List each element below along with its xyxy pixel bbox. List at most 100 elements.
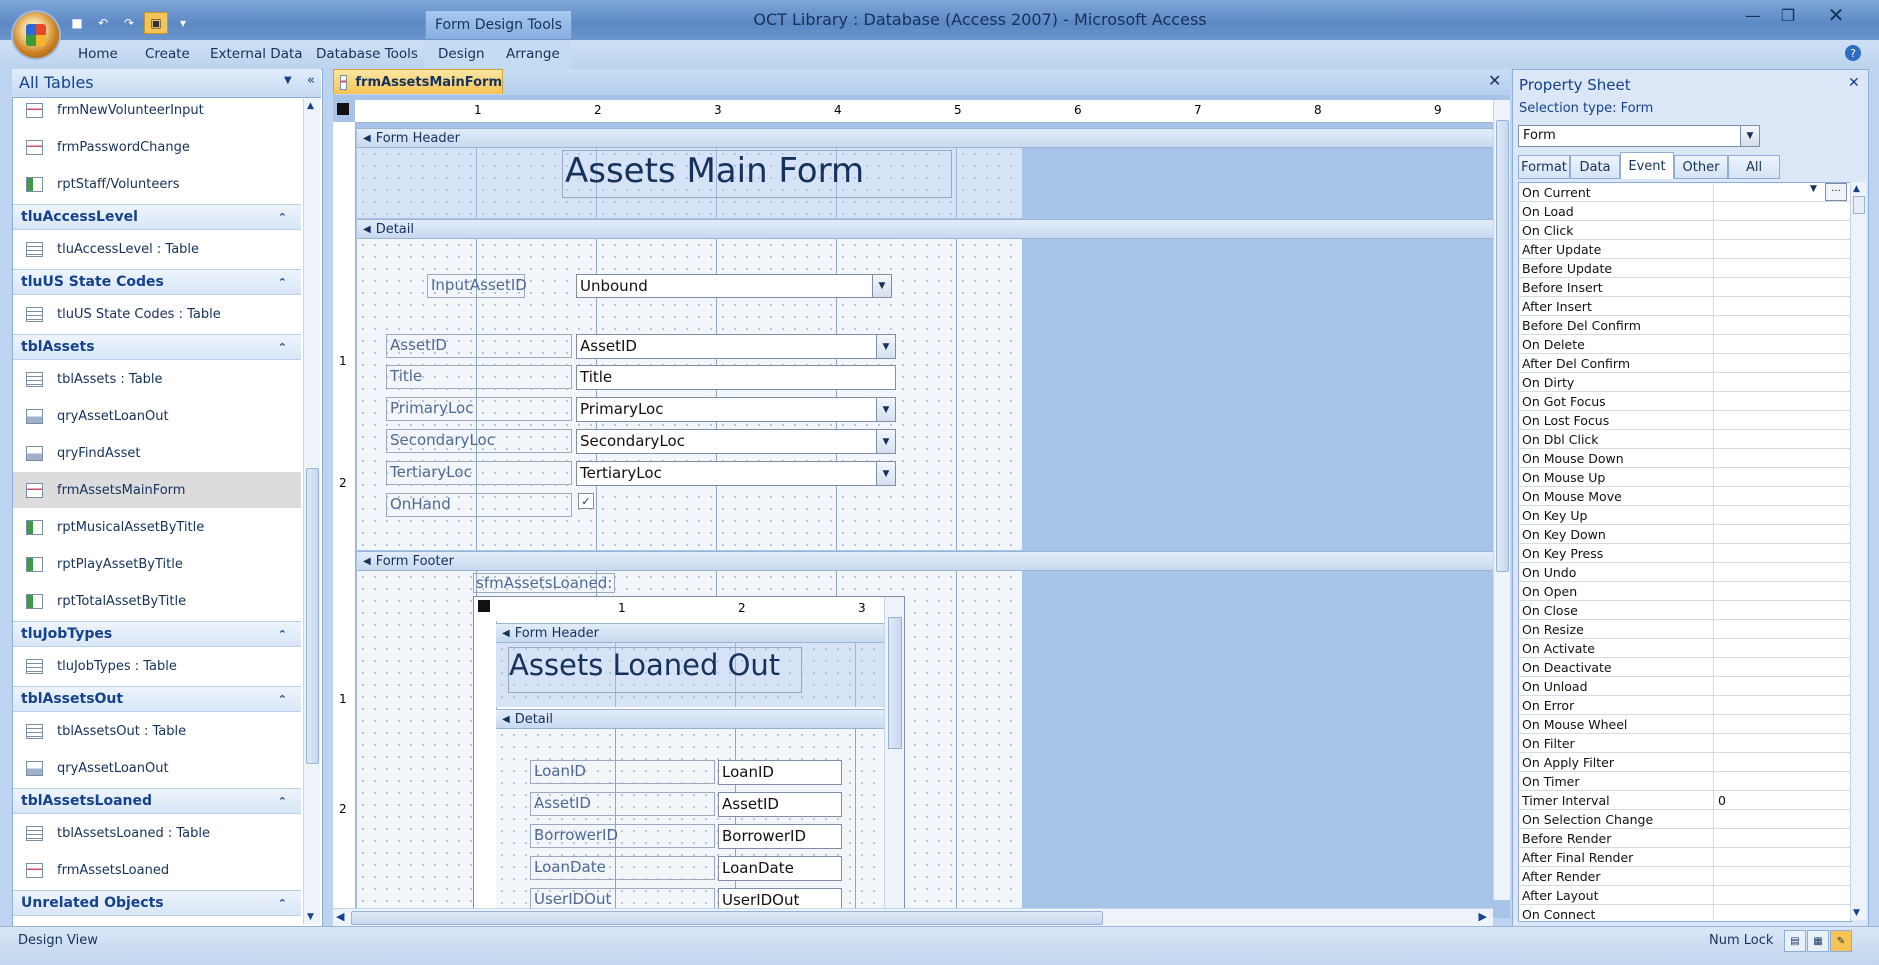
property-row[interactable]: On Filter bbox=[1519, 734, 1851, 753]
property-row[interactable]: On Mouse Down bbox=[1519, 449, 1851, 468]
subform-title-label[interactable]: Assets Loaned Out bbox=[508, 647, 802, 693]
nav-group-header[interactable]: tblAssetsLoaned ⌃ bbox=[13, 788, 301, 814]
nav-item[interactable]: tluUS State Codes : Table bbox=[13, 296, 301, 332]
subform-scroll-thumb[interactable] bbox=[888, 617, 902, 749]
field-combo[interactable]: PrimaryLoc ▼ bbox=[576, 397, 896, 422]
chevron-down-icon[interactable]: ▼ bbox=[872, 275, 891, 297]
subform-control[interactable]: ◀ Form Header Assets Loaned Out ◀ Detail L… bbox=[473, 596, 905, 920]
property-value[interactable] bbox=[1713, 354, 1840, 372]
subform-field-label[interactable]: LoanID bbox=[530, 760, 715, 784]
property-row[interactable]: On Key Up bbox=[1519, 506, 1851, 525]
form-header-bar[interactable]: ◀ Form Header bbox=[357, 128, 1493, 148]
property-tab[interactable]: All bbox=[1728, 155, 1780, 179]
view-icon[interactable]: ▣ bbox=[144, 12, 168, 34]
scroll-up-icon[interactable]: ▲ bbox=[307, 101, 314, 111]
nav-item[interactable]: frmAssetsMainForm bbox=[13, 472, 301, 508]
property-row[interactable]: After Final Render bbox=[1519, 848, 1851, 867]
nav-item[interactable]: qryAssetLoanOut bbox=[13, 398, 301, 434]
nav-item[interactable]: frmPasswordChange bbox=[13, 129, 301, 165]
field-combo[interactable]: SecondaryLoc ▼ bbox=[576, 429, 896, 454]
detail-bar[interactable]: ◀ Detail bbox=[357, 219, 1493, 239]
collapse-pane-icon[interactable]: « bbox=[307, 73, 315, 88]
field-label[interactable]: Title bbox=[386, 365, 572, 389]
property-row[interactable]: Timer Interval 0 bbox=[1519, 791, 1851, 810]
subform-label[interactable]: sfmAssetsLoaned: bbox=[473, 573, 616, 593]
close-window-icon[interactable]: ✕ bbox=[1818, 3, 1854, 27]
scroll-up-icon[interactable]: ▲ bbox=[1853, 184, 1860, 194]
property-tab[interactable]: Other bbox=[1674, 155, 1728, 179]
subform-field-textbox[interactable]: BorrowerID bbox=[718, 824, 842, 849]
property-value[interactable]: 0 bbox=[1713, 791, 1840, 809]
property-row[interactable]: On Resize bbox=[1519, 620, 1851, 639]
chevron-down-icon[interactable]: ▼ bbox=[876, 430, 895, 453]
tab-design[interactable]: Design bbox=[438, 46, 485, 62]
chevron-down-icon[interactable]: ▼ bbox=[876, 335, 895, 358]
chevron-down-icon[interactable]: ▼ bbox=[1810, 184, 1817, 194]
nav-scrollbar[interactable]: ▲ ▼ bbox=[303, 98, 320, 924]
nav-item[interactable]: rptStaff/Volunteers bbox=[13, 166, 301, 202]
property-row[interactable]: On Timer bbox=[1519, 772, 1851, 791]
property-row[interactable]: After Layout bbox=[1519, 886, 1851, 905]
close-document-icon[interactable]: ✕ bbox=[1488, 71, 1501, 90]
property-row[interactable]: After Insert bbox=[1519, 297, 1851, 316]
property-value[interactable] bbox=[1713, 639, 1840, 657]
property-row[interactable]: On Close bbox=[1519, 601, 1851, 620]
property-value[interactable] bbox=[1713, 753, 1840, 771]
field-label[interactable]: PrimaryLoc bbox=[386, 397, 572, 421]
property-value[interactable] bbox=[1713, 848, 1840, 866]
collapse-group-icon[interactable]: ⌃ bbox=[278, 693, 287, 706]
nav-item[interactable]: tluAccessLevel : Table bbox=[13, 231, 301, 267]
nav-item[interactable]: frmNewVolunteerInput bbox=[13, 92, 301, 128]
scroll-down-icon[interactable]: ▼ bbox=[307, 912, 314, 922]
property-value[interactable] bbox=[1713, 259, 1840, 277]
property-row[interactable]: On Delete bbox=[1519, 335, 1851, 354]
chevron-down-icon[interactable]: ▼ bbox=[1740, 126, 1759, 146]
nav-item[interactable]: rptPlayAssetByTitle bbox=[13, 546, 301, 582]
property-value[interactable] bbox=[1713, 544, 1840, 562]
redo-icon[interactable]: ↷ bbox=[118, 13, 140, 33]
property-value[interactable] bbox=[1713, 810, 1840, 828]
nav-group-header[interactable]: tluJobTypes ⌃ bbox=[13, 621, 301, 647]
property-value[interactable] bbox=[1713, 449, 1840, 467]
subform-detail-bar[interactable]: ◀ Detail bbox=[496, 709, 884, 729]
design-vertical-scrollbar[interactable] bbox=[1493, 100, 1510, 900]
property-value[interactable] bbox=[1713, 221, 1840, 239]
subform-field-label[interactable]: LoanDate bbox=[530, 856, 715, 880]
property-value[interactable] bbox=[1713, 411, 1840, 429]
property-value[interactable] bbox=[1713, 373, 1840, 391]
nav-item[interactable]: qryFindAsset bbox=[13, 435, 301, 471]
subform-scrollbar[interactable] bbox=[884, 597, 904, 919]
help-icon[interactable]: ? bbox=[1845, 45, 1861, 61]
property-value[interactable] bbox=[1713, 525, 1840, 543]
form-selector[interactable] bbox=[337, 103, 349, 115]
property-value[interactable] bbox=[1713, 430, 1840, 448]
tab-home[interactable]: Home bbox=[78, 46, 118, 62]
input-asset-id-combo[interactable]: Unbound ▼ bbox=[576, 274, 892, 298]
field-combo[interactable]: AssetID ▼ bbox=[576, 334, 896, 359]
scroll-down-icon[interactable]: ▼ bbox=[1853, 908, 1860, 918]
nav-group-header[interactable]: Unrelated Objects ⌃ bbox=[13, 890, 301, 916]
undo-icon[interactable]: ↶ bbox=[92, 13, 114, 33]
nav-item[interactable]: tluJobTypes : Table bbox=[13, 648, 301, 684]
property-value[interactable] bbox=[1713, 715, 1840, 733]
design-view-icon[interactable]: ✎ bbox=[1830, 930, 1852, 952]
property-value[interactable] bbox=[1713, 658, 1840, 676]
property-value[interactable] bbox=[1713, 297, 1840, 315]
property-row[interactable]: On Mouse Wheel bbox=[1519, 715, 1851, 734]
customize-toolbar-icon[interactable]: ▾ bbox=[172, 13, 194, 33]
collapse-group-icon[interactable]: ⌃ bbox=[278, 341, 287, 354]
selection-combo[interactable]: Form ▼ bbox=[1518, 125, 1760, 147]
nav-item[interactable]: tblAssetsLoaned : Table bbox=[13, 815, 301, 851]
subform-header-bar[interactable]: ◀ Form Header bbox=[496, 623, 884, 643]
property-row[interactable]: After Del Confirm bbox=[1519, 354, 1851, 373]
property-row[interactable]: On Activate bbox=[1519, 639, 1851, 658]
property-value[interactable] bbox=[1713, 183, 1840, 201]
nav-group-header[interactable]: tluUS State Codes ⌃ bbox=[13, 269, 301, 295]
property-value[interactable] bbox=[1713, 335, 1840, 353]
collapse-group-icon[interactable]: ⌃ bbox=[278, 795, 287, 808]
property-value[interactable] bbox=[1713, 886, 1840, 904]
property-row[interactable]: On Load bbox=[1519, 202, 1851, 221]
property-row[interactable]: On Dirty bbox=[1519, 373, 1851, 392]
property-value[interactable] bbox=[1713, 772, 1840, 790]
field-label[interactable]: AssetID bbox=[386, 334, 572, 358]
